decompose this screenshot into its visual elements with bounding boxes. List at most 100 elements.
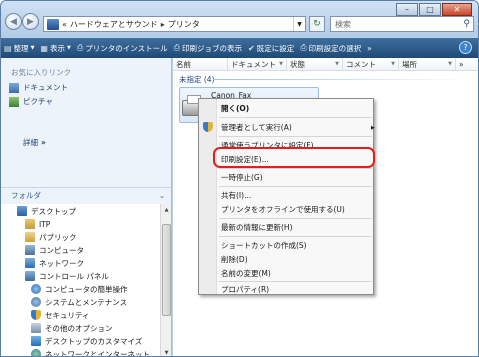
tree-item-label: システムとメンテナンス: [45, 297, 128, 307]
column-overflow-button[interactable]: »: [456, 58, 478, 70]
menu-item-delete[interactable]: 削除(D): [221, 254, 248, 265]
set-default-button[interactable]: ✔ 既定に設定: [245, 39, 297, 57]
menu-separator: [219, 136, 372, 137]
tree-item-security[interactable]: セキュリティ: [31, 309, 90, 321]
column-header-documents[interactable]: ドキュメント ▼: [228, 58, 287, 70]
set-default-icon: ✔: [248, 43, 255, 53]
folders-title: フォルダ: [11, 191, 41, 200]
chevron-down-icon: ⌄: [159, 191, 165, 200]
forward-arrow-icon[interactable]: ▶: [22, 13, 39, 30]
options-icon: [31, 323, 41, 333]
tree-item-desktop[interactable]: デスクトップ: [17, 205, 76, 217]
system-icon: [31, 297, 41, 307]
chevron-down-icon: ▼: [391, 61, 395, 67]
menu-item-properties[interactable]: プロパティ(R): [221, 284, 269, 295]
add-printer-icon: ⎙: [76, 43, 84, 52]
column-header-name[interactable]: 名前: [173, 58, 228, 70]
menu-item-use-offline[interactable]: プリンタをオフラインで使用する(U): [221, 204, 345, 215]
folder-tree-scrollbar[interactable]: ▲ ▼: [160, 204, 171, 356]
menu-item-create-shortcut[interactable]: ショートカットの作成(S): [221, 240, 307, 251]
column-header-label: 状態: [290, 59, 305, 69]
tree-item-personalize[interactable]: デスクトップのカスタマイズ: [31, 335, 142, 347]
column-overflow-label: »: [459, 59, 464, 69]
favorite-documents[interactable]: ドキュメント: [9, 82, 68, 93]
folder-tree: デスクトップ ITP パブリック コンピュータ ネットワーク コントロール パネ…: [1, 204, 160, 357]
explorer-window: – □ ✕ ◀ ▶ « ハードウェアとサウンド ▸ プリンタ ▼ ↻ 検索 ⚲ …: [0, 0, 479, 357]
close-icon[interactable]: ✕: [442, 3, 472, 16]
add-printer-button[interactable]: ⎙ プリンタのインストール: [74, 39, 171, 57]
menu-item-pause[interactable]: 一時停止(G): [221, 172, 263, 183]
title-bar: – □ ✕ ◀ ▶ « ハードウェアとサウンド ▸ プリンタ ▼ ↻ 検索 ⚲: [1, 1, 478, 37]
column-header-status[interactable]: 状態 ▼: [287, 58, 343, 70]
tree-item-label: コンピュータ: [39, 245, 84, 255]
caption-buttons: – □ ✕: [396, 3, 472, 16]
search-icon[interactable]: ⚲: [463, 19, 470, 29]
help-icon[interactable]: ?: [459, 41, 472, 54]
organize-icon: ▤: [4, 43, 12, 53]
tree-item-network[interactable]: ネットワーク: [25, 257, 84, 269]
tree-item-label: デスクトップ: [31, 206, 76, 216]
menu-item-label: 削除(D): [221, 255, 248, 264]
tree-item-label: ITP: [39, 219, 51, 229]
tree-item-ease-of-access[interactable]: コンピュータの簡単操作: [31, 283, 128, 295]
favorite-pictures[interactable]: ピクチャ: [9, 96, 53, 107]
folders-header[interactable]: フォルダ ⌄: [1, 187, 171, 203]
menu-item-refresh[interactable]: 最新の情報に更新(H): [221, 222, 293, 233]
refresh-icon[interactable]: ↻: [309, 16, 325, 32]
menu-item-share[interactable]: 共有(I)...: [221, 190, 251, 201]
tree-item-network-internet[interactable]: ネットワークとインターネット: [31, 348, 150, 357]
breadcrumb-hardware-sound[interactable]: ハードウェアとサウンド: [70, 19, 158, 30]
highlight-annotation: [213, 147, 375, 168]
group-header[interactable]: 未指定 (4): [179, 74, 215, 85]
print-queue-button[interactable]: ⎙ 印刷ジョブの表示: [171, 39, 245, 57]
favorites-more-link[interactable]: 詳細»: [23, 137, 46, 148]
tree-item-label: コンピュータの簡単操作: [45, 284, 128, 294]
scroll-up-icon[interactable]: ▲: [162, 205, 171, 214]
tree-item-itp[interactable]: ITP: [25, 218, 50, 230]
computer-icon: [25, 245, 35, 255]
minimize-icon[interactable]: –: [396, 3, 418, 16]
search-placeholder: 検索: [335, 19, 351, 29]
print-queue-label: 印刷ジョブの表示: [182, 43, 243, 53]
column-header-location[interactable]: 場所 ▼: [399, 58, 456, 70]
breadcrumb-printers[interactable]: プリンタ: [168, 19, 200, 30]
tree-item-label: ネットワークとインターネット: [45, 349, 150, 357]
preferences-button[interactable]: ⎙ 印刷設定の選択: [297, 39, 364, 57]
more-arrow-icon: »: [41, 138, 46, 147]
breadcrumb-separator-icon[interactable]: ▸: [161, 20, 165, 29]
address-prefix[interactable]: «: [62, 20, 67, 29]
tree-item-public[interactable]: パブリック: [25, 231, 77, 243]
back-arrow-icon[interactable]: ◀: [5, 13, 22, 30]
menu-item-label: プロパティ(R): [221, 285, 270, 294]
tree-item-other-options[interactable]: その他のオプション: [31, 322, 113, 334]
tree-item-label: セキュリティ: [45, 310, 90, 320]
toolbar-overflow-button[interactable]: »: [364, 39, 375, 57]
address-dropdown-icon[interactable]: ▼: [293, 17, 305, 31]
tree-item-label: コントロール パネル: [39, 271, 109, 281]
views-button[interactable]: ▦ 表示 ▼: [37, 39, 73, 57]
search-input[interactable]: 検索 ⚲: [330, 16, 474, 32]
menu-item-run-as-admin[interactable]: 管理者として実行(A) ▶: [203, 122, 375, 133]
scroll-down-icon[interactable]: ▼: [162, 348, 171, 356]
tree-item-system[interactable]: システムとメンテナンス: [31, 296, 127, 308]
favorite-pictures-label: ピクチャ: [23, 97, 53, 106]
scrollbar-thumb[interactable]: [162, 224, 171, 316]
toolbar-overflow-label: »: [367, 43, 372, 53]
chevron-down-icon: ▼: [66, 45, 71, 51]
control-panel-icon: [47, 18, 59, 30]
address-bar[interactable]: « ハードウェアとサウンド ▸ プリンタ ▼: [43, 16, 306, 32]
column-header-comment[interactable]: コメント ▼: [343, 58, 399, 70]
menu-separator: [219, 281, 372, 282]
tree-item-control-panel[interactable]: コントロール パネル: [25, 270, 109, 282]
tree-item-label: その他のオプション: [45, 323, 113, 333]
tree-item-computer[interactable]: コンピュータ: [25, 244, 84, 256]
menu-item-rename[interactable]: 名前の変更(M): [221, 268, 271, 279]
menu-separator: [219, 218, 372, 219]
navigation-pane: お気に入りリンク ドキュメント ピクチャ 詳細» フォルダ ⌄ デスクトップ I…: [1, 58, 172, 357]
organize-label: 整理: [13, 43, 29, 53]
menu-item-label: 一時停止(G): [221, 173, 263, 182]
menu-item-label: 管理者として実行(A): [221, 123, 292, 132]
organize-button[interactable]: ▤ 整理 ▼: [1, 39, 37, 57]
maximize-icon[interactable]: □: [419, 3, 441, 16]
menu-item-open[interactable]: 開く(O): [221, 103, 249, 114]
